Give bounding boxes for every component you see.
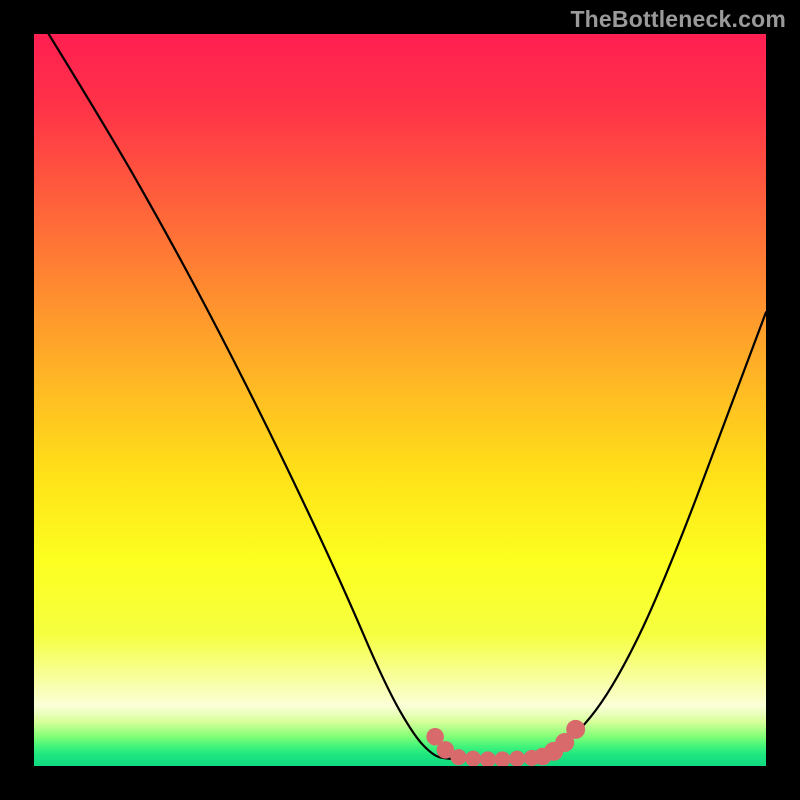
chart-frame: TheBottleneck.com [0,0,800,800]
marker-dot [494,751,510,766]
marker-dot [480,751,496,766]
watermark-text: TheBottleneck.com [570,6,786,33]
bottleneck-curve [49,34,766,760]
curve-layer [34,34,766,766]
marker-dot [451,749,467,765]
marker-dot [465,751,481,766]
marker-dot [509,751,525,766]
plot-area [34,34,766,766]
marker-dot [566,720,585,739]
